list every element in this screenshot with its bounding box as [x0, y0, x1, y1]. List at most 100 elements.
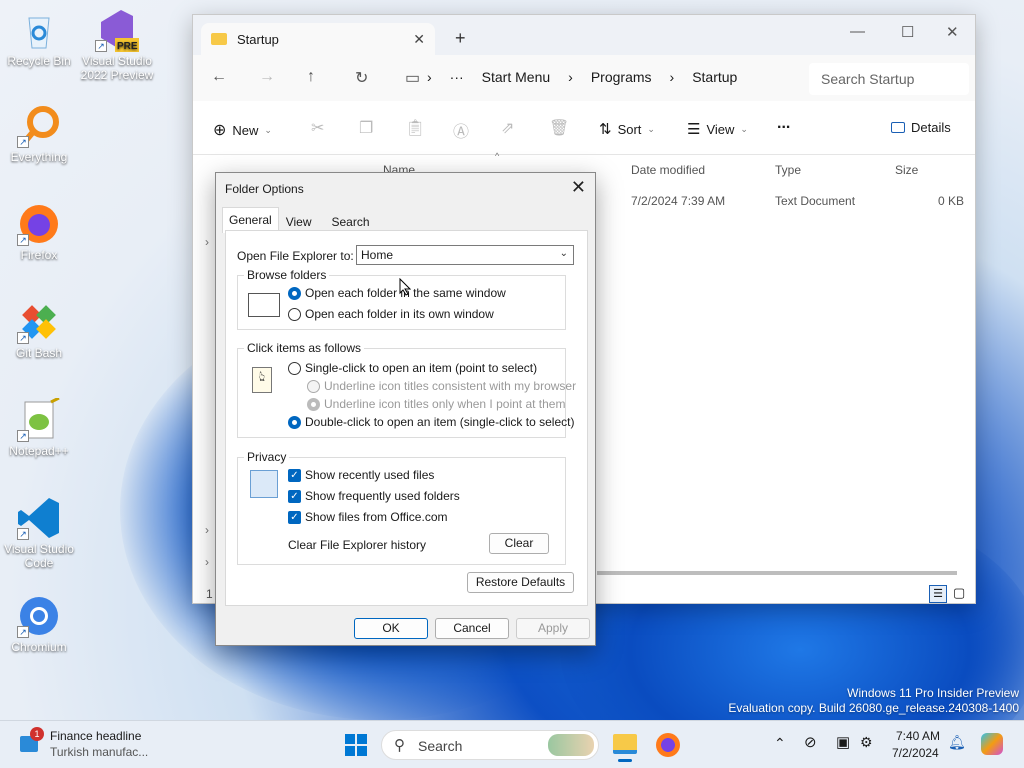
clear-button[interactable]: Clear — [489, 533, 549, 554]
column-header-type[interactable]: Type — [775, 163, 801, 177]
browse-own-window-label: Open each folder in its own window — [305, 307, 494, 321]
desktop-icon-label: Visual Studio Code — [4, 542, 74, 570]
horizontal-scrollbar[interactable] — [597, 571, 957, 575]
visual-studio-icon: PRE ↗ — [95, 8, 139, 52]
tab-startup[interactable]: Startup ✕ — [201, 23, 435, 55]
minimize-icon[interactable]: — — [850, 23, 865, 40]
folder-icon — [211, 33, 227, 45]
maximize-icon[interactable]: ☐ — [901, 23, 914, 41]
search-input[interactable]: Search Startup — [809, 63, 969, 95]
desktop-icon-label: Firefox — [20, 248, 58, 262]
notification-bell-icon[interactable]: 🔔︎ — [948, 734, 966, 751]
underline-point-radio[interactable]: Underline icon titles only when I point … — [307, 397, 565, 411]
breadcrumb-startup[interactable]: Startup — [692, 69, 737, 85]
checkbox-checked-icon: ✓ — [288, 510, 301, 524]
rename-icon[interactable]: Ⓐ — [453, 118, 469, 142]
chevron-down-icon: ⌄ — [264, 124, 272, 135]
desktop-icon-notepadpp[interactable]: ↗ Notepad++ — [2, 396, 76, 458]
up-icon[interactable]: ↑ — [307, 68, 315, 86]
breadcrumb-overflow-icon[interactable]: ··· — [450, 69, 464, 85]
pre-badge: PRE — [117, 41, 138, 52]
shortcut-arrow-icon: ↗ — [17, 332, 29, 344]
shortcut-arrow-icon: ↗ — [17, 430, 29, 442]
underline-browser-radio[interactable]: Underline icon titles consistent with my… — [307, 379, 576, 393]
tray-settings-icon[interactable]: ⚙ — [860, 734, 873, 751]
single-click-label: Single-click to open an item (point to s… — [305, 361, 538, 375]
tray-device-icon[interactable]: ▣ — [836, 733, 850, 751]
cut-icon[interactable]: ✂ — [311, 118, 324, 138]
underline-point-label: Underline icon titles only when I point … — [324, 397, 566, 411]
file-type: Text Document — [775, 194, 856, 208]
clock-time[interactable]: 7:40 AM — [896, 729, 940, 743]
forward-icon[interactable]: → — [259, 68, 275, 86]
desktop-icon-everything[interactable]: ↗ Everything — [2, 104, 76, 164]
breadcrumb-separator-icon: › — [669, 69, 675, 85]
notepadpp-icon: ↗ — [17, 396, 61, 442]
more-options-icon[interactable]: ... — [777, 115, 790, 133]
tray-network-icon[interactable]: ⊘ — [804, 733, 817, 751]
details-pane-button[interactable]: Details — [891, 120, 951, 135]
desktop-icon-git-bash[interactable]: ↗ Git Bash — [2, 300, 76, 360]
browse-same-window-radio[interactable]: Open each folder in the same window — [288, 286, 506, 300]
nav-expand-icon[interactable]: › — [205, 555, 209, 569]
office-files-checkbox[interactable]: ✓ Show files from Office.com — [288, 510, 448, 524]
radio-disabled-selected-icon — [307, 397, 320, 411]
close-tab-icon[interactable]: ✕ — [413, 31, 425, 48]
nav-expand-icon[interactable]: › — [205, 523, 209, 537]
sort-icon: ⇅ — [599, 121, 612, 138]
recent-files-checkbox[interactable]: ✓ Show recently used files — [288, 468, 434, 482]
start-button[interactable] — [345, 734, 367, 756]
refresh-icon[interactable]: ↻ — [355, 68, 368, 88]
folder-icon — [613, 734, 637, 754]
open-explorer-select[interactable]: Home ⌄ — [356, 245, 574, 265]
ok-button[interactable]: OK — [354, 618, 428, 639]
view-button[interactable]: ☰ View ⌄ — [687, 120, 748, 138]
taskbar-file-explorer[interactable] — [610, 729, 640, 762]
chevron-down-icon: ⌄ — [740, 123, 748, 134]
breadcrumb-start-menu[interactable]: Start Menu — [482, 69, 550, 85]
breadcrumb-programs[interactable]: Programs — [591, 69, 652, 85]
share-icon[interactable]: ⇗ — [501, 118, 514, 138]
frequent-folders-checkbox[interactable]: ✓ Show frequently used folders — [288, 489, 460, 503]
column-header-date[interactable]: Date modified — [631, 163, 705, 177]
view-button-label: View — [706, 121, 735, 137]
clock-date[interactable]: 7/2/2024 — [892, 746, 939, 760]
copy-icon[interactable]: ❐ — [359, 118, 373, 138]
apply-button[interactable]: Apply — [516, 618, 590, 639]
back-icon[interactable]: ← — [211, 68, 227, 86]
recent-files-label: Show recently used files — [305, 468, 435, 482]
folder-options-dialog[interactable]: Folder Options ✕ General View Search Ope… — [215, 172, 596, 646]
watermark-line2: Evaluation copy. Build 26080.ge_release.… — [728, 701, 1019, 715]
chevron-down-icon: ⌄ — [559, 248, 568, 259]
taskbar-firefox[interactable] — [656, 733, 680, 757]
restore-defaults-button[interactable]: Restore Defaults — [467, 572, 574, 593]
desktop-icon-recycle-bin[interactable]: Recycle Bin — [2, 8, 76, 68]
new-tab-icon[interactable]: + — [455, 28, 466, 49]
taskbar: 1 Finance headline Turkish manufac... ⚲ … — [0, 720, 1024, 768]
double-click-radio[interactable]: Double-click to open an item (single-cli… — [288, 415, 574, 429]
single-click-radio[interactable]: Single-click to open an item (point to s… — [288, 361, 537, 375]
command-bar: ⊕ New ⌄ ✂ ❐ 📋︎ Ⓐ ⇗ 🗑︎ ⇅ Sort ⌄ ☰ View ⌄ … — [193, 101, 975, 155]
shortcut-arrow-icon: ↗ — [95, 40, 107, 52]
taskbar-search[interactable]: ⚲ Search — [381, 730, 599, 760]
dialog-close-icon[interactable]: ✕ — [571, 177, 586, 198]
paste-icon[interactable]: 📋︎ — [405, 118, 425, 138]
close-window-icon[interactable]: ✕ — [946, 23, 959, 41]
desktop-icon-vscode[interactable]: ↗ Visual Studio Code — [2, 496, 76, 570]
news-widget[interactable]: 1 Finance headline Turkish manufac... — [18, 727, 178, 763]
file-size: 0 KB — [938, 194, 965, 208]
copilot-icon[interactable] — [981, 733, 1003, 755]
desktop-icon-visual-studio[interactable]: PRE ↗ Visual Studio 2022 Preview — [80, 8, 154, 82]
tiles-view-icon[interactable]: ▢ — [953, 585, 965, 601]
browse-own-window-radio[interactable]: Open each folder in its own window — [288, 307, 494, 321]
delete-icon[interactable]: 🗑︎ — [549, 118, 569, 138]
desktop-icon-firefox[interactable]: ↗ Firefox — [2, 202, 76, 262]
details-view-icon[interactable]: ☰ — [929, 585, 947, 603]
column-header-size[interactable]: Size — [895, 163, 918, 177]
cancel-button[interactable]: Cancel — [435, 618, 509, 639]
tray-chevron-up-icon[interactable]: ⌃ — [774, 735, 786, 752]
new-button[interactable]: ⊕ New ⌄ — [213, 120, 272, 140]
sort-button[interactable]: ⇅ Sort ⌄ — [599, 120, 655, 138]
desktop-icon-chromium[interactable]: ↗ Chromium — [2, 594, 76, 654]
nav-expand-icon[interactable]: › — [205, 235, 209, 249]
